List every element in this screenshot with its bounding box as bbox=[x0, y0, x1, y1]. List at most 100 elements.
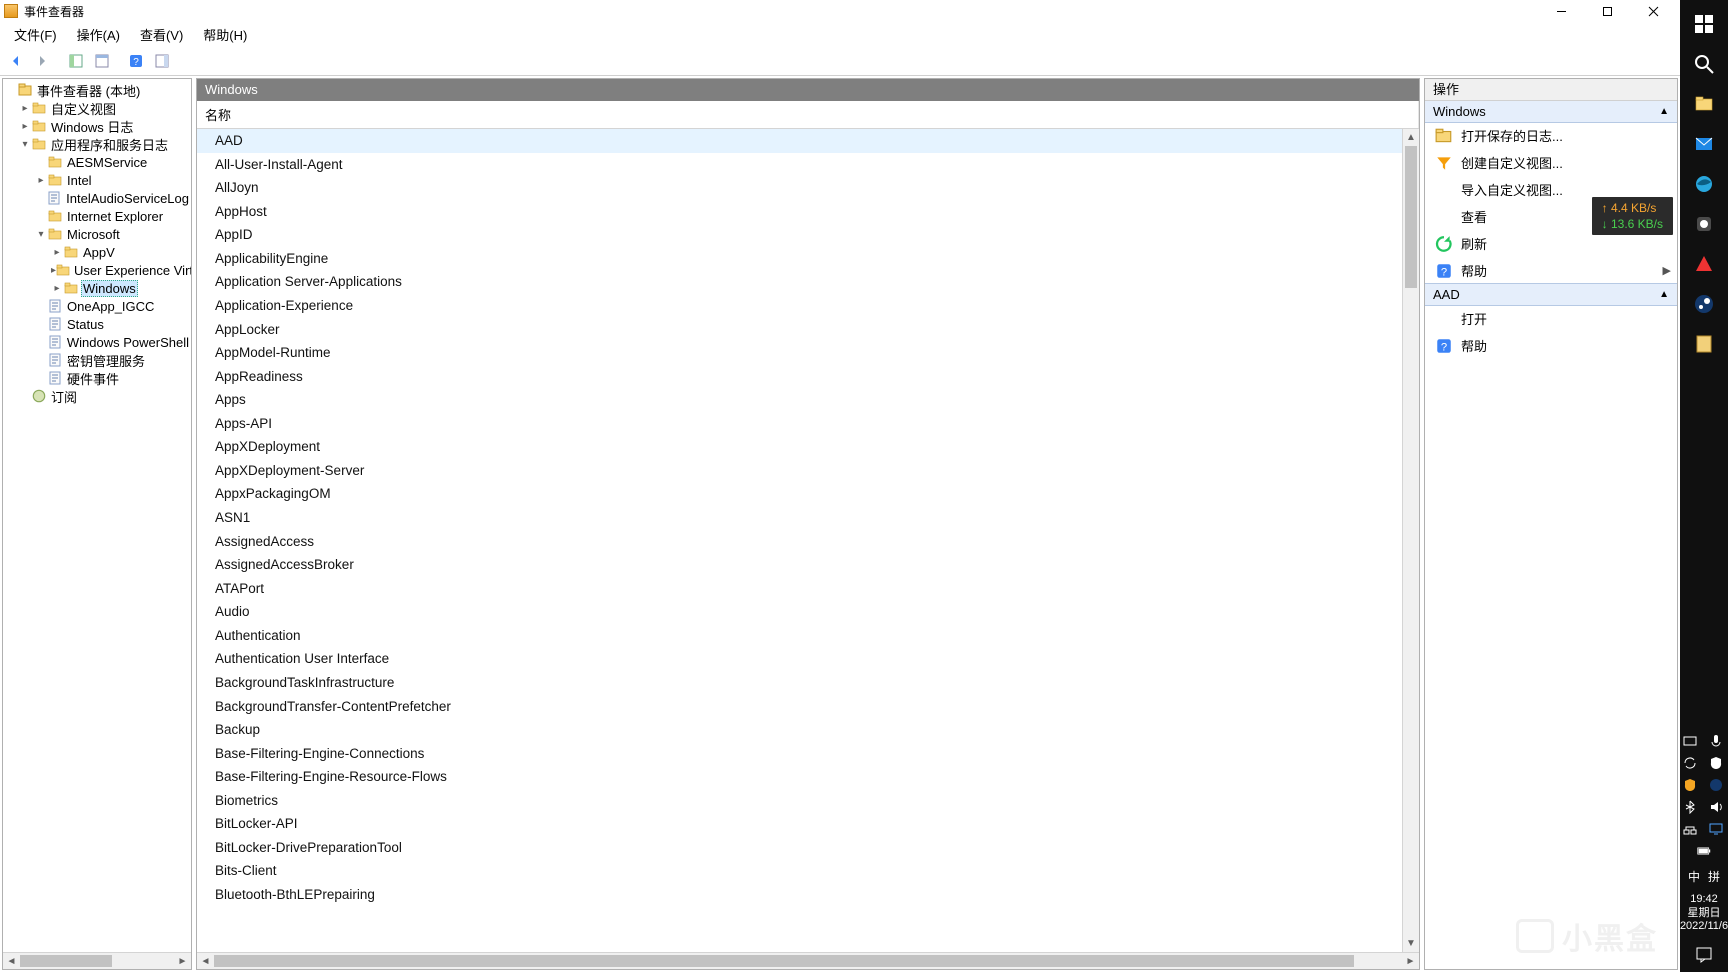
tree-node[interactable]: ▸Windows bbox=[3, 279, 191, 297]
list-item[interactable]: Application Server-Applications bbox=[197, 270, 1402, 294]
tree-node[interactable]: 订阅 bbox=[3, 387, 191, 405]
tree-node[interactable]: Status bbox=[3, 315, 191, 333]
menu-file[interactable]: 文件(F) bbox=[4, 22, 67, 47]
tree-hscrollbar[interactable]: ◄ ► bbox=[3, 952, 191, 969]
tray-monitor-icon[interactable] bbox=[1707, 820, 1725, 838]
list-item[interactable]: Apps-API bbox=[197, 412, 1402, 436]
tray-bluetooth-icon[interactable] bbox=[1681, 798, 1699, 816]
tray-security-icon[interactable] bbox=[1707, 754, 1725, 772]
column-header-name[interactable]: 名称 bbox=[197, 101, 1419, 128]
scroll-left-icon[interactable]: ◄ bbox=[197, 953, 214, 970]
taskbar-explorer-icon[interactable] bbox=[1684, 84, 1724, 124]
nav-back-button[interactable] bbox=[4, 49, 28, 73]
tray-battery-icon[interactable] bbox=[1695, 842, 1713, 860]
taskbar-mail-icon[interactable] bbox=[1684, 124, 1724, 164]
start-button[interactable] bbox=[1684, 4, 1724, 44]
list-item[interactable]: Apps bbox=[197, 388, 1402, 412]
list-item[interactable]: AppReadiness bbox=[197, 365, 1402, 389]
list-item[interactable]: AllJoyn bbox=[197, 176, 1402, 200]
list-item[interactable]: ApplicabilityEngine bbox=[197, 247, 1402, 271]
minimize-button[interactable] bbox=[1538, 0, 1584, 22]
expand-toggle-icon[interactable]: ▸ bbox=[51, 247, 63, 258]
menu-action[interactable]: 操作(A) bbox=[67, 22, 130, 47]
list-item[interactable]: AppXDeployment bbox=[197, 435, 1402, 459]
expand-toggle-icon[interactable]: ▸ bbox=[19, 121, 31, 132]
list-column-headers[interactable]: 名称 bbox=[197, 101, 1419, 129]
tree-node[interactable]: ▸AppV bbox=[3, 243, 191, 261]
list-item[interactable]: ATAPort bbox=[197, 577, 1402, 601]
list-vscrollbar[interactable]: ▲ ▼ bbox=[1402, 129, 1419, 952]
list-item[interactable]: AAD bbox=[197, 129, 1402, 153]
taskbar-eventviewer-icon[interactable] bbox=[1684, 324, 1724, 364]
list-item[interactable]: Authentication bbox=[197, 624, 1402, 648]
tree-node[interactable]: OneApp_IGCC bbox=[3, 297, 191, 315]
taskbar-steam-icon[interactable] bbox=[1684, 284, 1724, 324]
tree-node[interactable]: 事件查看器 (本地) bbox=[3, 81, 191, 99]
list-hscrollbar[interactable]: ◄ ► bbox=[197, 952, 1419, 969]
action-item[interactable]: ?帮助▶ bbox=[1425, 257, 1677, 284]
taskbar[interactable]: 中 拼 19:42 星期日 2022/11/6 bbox=[1680, 0, 1728, 972]
tree-node[interactable]: ▸Windows 日志 bbox=[3, 117, 191, 135]
list-item[interactable]: AssignedAccessBroker bbox=[197, 553, 1402, 577]
scroll-down-icon[interactable]: ▼ bbox=[1403, 935, 1419, 952]
tree-node[interactable]: ▾应用程序和服务日志 bbox=[3, 135, 191, 153]
list-item[interactable]: Bluetooth-BthLEPrepairing bbox=[197, 883, 1402, 907]
scroll-up-icon[interactable]: ▲ bbox=[1403, 129, 1419, 146]
scroll-right-icon[interactable]: ► bbox=[1402, 953, 1419, 970]
expand-toggle-icon[interactable]: ▸ bbox=[35, 175, 47, 186]
tray-app-icon[interactable] bbox=[1681, 776, 1699, 794]
tree-node[interactable]: ▾Microsoft bbox=[3, 225, 191, 243]
list-item[interactable]: BitLocker-API bbox=[197, 812, 1402, 836]
ime-lang[interactable]: 中 bbox=[1688, 868, 1700, 885]
list-item[interactable]: Bits-Client bbox=[197, 859, 1402, 883]
list-item[interactable]: Audio bbox=[197, 600, 1402, 624]
expand-toggle-icon[interactable]: ▾ bbox=[19, 139, 31, 150]
tree-node[interactable]: Internet Explorer bbox=[3, 207, 191, 225]
list-item[interactable]: Authentication User Interface bbox=[197, 647, 1402, 671]
taskbar-clock[interactable]: 19:42 星期日 2022/11/6 bbox=[1680, 889, 1728, 938]
close-button[interactable] bbox=[1630, 0, 1676, 22]
taskbar-app-icon[interactable] bbox=[1684, 204, 1724, 244]
notifications-button[interactable] bbox=[1684, 938, 1724, 972]
list-item[interactable]: ASN1 bbox=[197, 506, 1402, 530]
expand-toggle-icon[interactable]: ▸ bbox=[19, 103, 31, 114]
tree-node[interactable]: 密钥管理服务 bbox=[3, 351, 191, 369]
list-item[interactable]: AppHost bbox=[197, 200, 1402, 224]
tray-volume-icon[interactable] bbox=[1707, 798, 1725, 816]
nav-forward-button[interactable] bbox=[30, 49, 54, 73]
taskbar-edge-icon[interactable] bbox=[1684, 164, 1724, 204]
action-item[interactable]: 创建自定义视图... bbox=[1425, 149, 1677, 176]
tree-node[interactable]: ▸Intel bbox=[3, 171, 191, 189]
list-item[interactable]: Base-Filtering-Engine-Connections bbox=[197, 742, 1402, 766]
menu-help[interactable]: 帮助(H) bbox=[193, 22, 257, 47]
search-button[interactable] bbox=[1684, 44, 1724, 84]
tray-sync-icon[interactable] bbox=[1681, 754, 1699, 772]
maximize-button[interactable] bbox=[1584, 0, 1630, 22]
list-rows[interactable]: AADAll-User-Install-AgentAllJoynAppHostA… bbox=[197, 129, 1402, 952]
tray-steam-icon[interactable] bbox=[1707, 776, 1725, 794]
list-item[interactable]: BitLocker-DrivePreparationTool bbox=[197, 836, 1402, 860]
list-item[interactable]: All-User-Install-Agent bbox=[197, 153, 1402, 177]
tray-network-icon[interactable] bbox=[1681, 820, 1699, 838]
list-item[interactable]: AppID bbox=[197, 223, 1402, 247]
system-tray[interactable] bbox=[1679, 728, 1728, 864]
ime-indicator[interactable]: 中 拼 bbox=[1688, 864, 1720, 889]
list-item[interactable]: BackgroundTaskInfrastructure bbox=[197, 671, 1402, 695]
expand-toggle-icon[interactable]: ▾ bbox=[35, 229, 47, 240]
list-item[interactable]: BackgroundTransfer-ContentPrefetcher bbox=[197, 695, 1402, 719]
tree-node[interactable]: Windows PowerShell bbox=[3, 333, 191, 351]
tree-node[interactable]: IntelAudioServiceLog bbox=[3, 189, 191, 207]
tree-node[interactable]: ▸User Experience Virt bbox=[3, 261, 191, 279]
list-item[interactable]: Backup bbox=[197, 718, 1402, 742]
list-item[interactable]: AppXDeployment-Server bbox=[197, 459, 1402, 483]
action-item[interactable]: 打开保存的日志... bbox=[1425, 122, 1677, 149]
toolbar-help-button[interactable]: ? bbox=[124, 49, 148, 73]
action-item[interactable]: 打开 bbox=[1425, 305, 1677, 332]
list-item[interactable]: AppLocker bbox=[197, 318, 1402, 342]
actions-group-windows[interactable]: Windows ▲ bbox=[1425, 101, 1677, 123]
list-item[interactable]: Base-Filtering-Engine-Resource-Flows bbox=[197, 765, 1402, 789]
tree-node[interactable]: ▸自定义视图 bbox=[3, 99, 191, 117]
tree-node[interactable]: 硬件事件 bbox=[3, 369, 191, 387]
tray-mic-icon[interactable] bbox=[1707, 732, 1725, 750]
toolbar-actions-pane-button[interactable] bbox=[150, 49, 174, 73]
